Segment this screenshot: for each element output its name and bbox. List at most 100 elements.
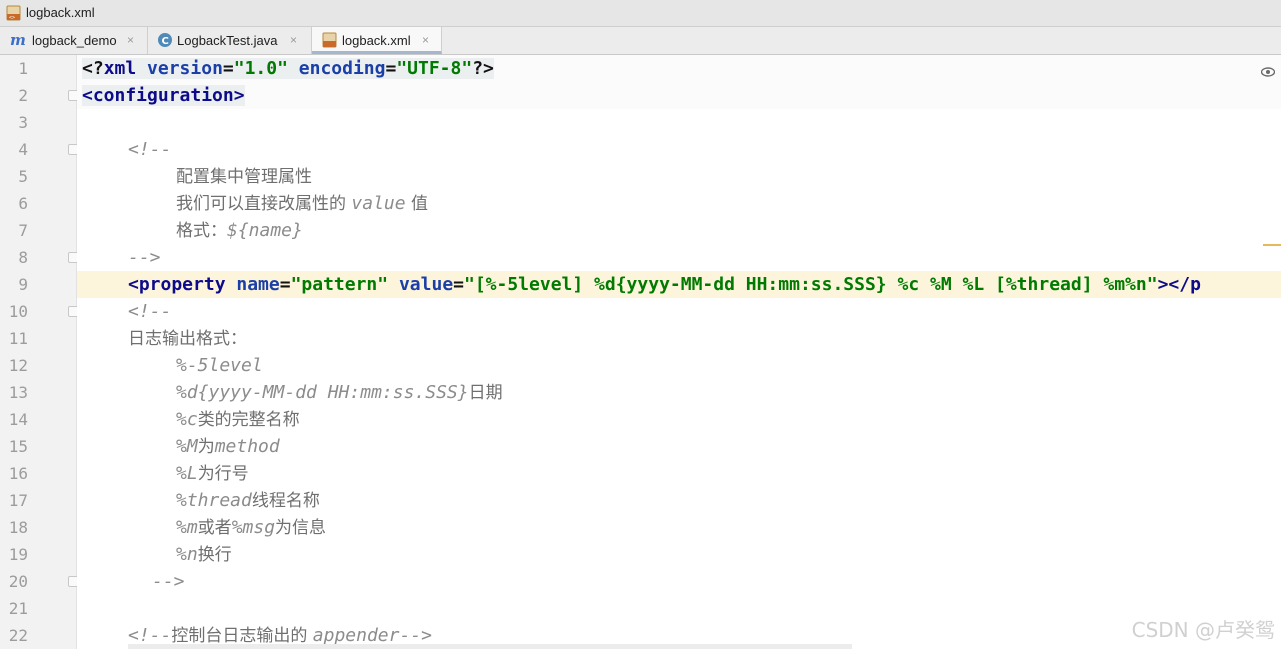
comment-text: 日志输出格式： [128, 329, 247, 349]
eye-icon[interactable] [1260, 62, 1276, 81]
line-number: 9 [18, 275, 28, 294]
code-line[interactable]: --> [77, 244, 1281, 271]
line-number: 18 [8, 518, 28, 537]
equals: = [453, 274, 464, 295]
attr-name: version [147, 58, 223, 79]
line-number: 15 [8, 437, 28, 456]
line-number: 16 [8, 464, 28, 483]
code-line[interactable]: --> [77, 568, 1281, 595]
xml-file-icon [322, 32, 338, 51]
title-bar: <> logback.xml [0, 0, 1281, 27]
xml-prolog-open: <? [82, 58, 104, 79]
comment-text: 或者 [197, 518, 232, 538]
code-line[interactable]: <?xml version="1.0" encoding="UTF-8"?> [77, 55, 1281, 82]
comment-text: 日期 [468, 383, 503, 403]
module-icon: m [10, 31, 26, 49]
comment-text: 为信息 [275, 518, 327, 538]
code-line[interactable]: %M为method [77, 433, 1281, 460]
code-line[interactable]: 我们可以直接改属性的 value 值 [77, 190, 1281, 217]
line-number: 22 [8, 626, 28, 645]
close-icon[interactable]: × [290, 33, 297, 47]
scroll-marker[interactable] [1263, 244, 1281, 246]
comment-open: <!-- [128, 301, 172, 322]
comment-close: --> [152, 571, 185, 592]
comment-text: 类的完整名称 [197, 410, 300, 430]
comment-text: %m [176, 517, 198, 538]
comment-open: <!-- [128, 139, 172, 160]
property-tag: <property [128, 274, 237, 295]
comment-text: %thread [176, 490, 252, 511]
comment-text: 为行号 [197, 464, 249, 484]
tab-logback-xml[interactable]: logback.xml × [312, 27, 442, 54]
code-line[interactable]: <!-- [77, 136, 1281, 163]
tab-logback-demo[interactable]: m logback_demo × [0, 27, 148, 54]
code-line[interactable]: %L为行号 [77, 460, 1281, 487]
svg-text:C: C [162, 36, 169, 47]
code-line[interactable]: %m或者%msg为信息 [77, 514, 1281, 541]
line-number: 5 [18, 167, 28, 186]
code-line[interactable]: 日志输出格式： [77, 325, 1281, 352]
code-line[interactable]: %thread线程名称 [77, 487, 1281, 514]
line-number: 2 [18, 86, 28, 105]
line-number: 3 [18, 113, 28, 132]
comment-text: %n [176, 544, 198, 565]
line-number: 7 [18, 221, 28, 240]
line-number: 20 [8, 572, 28, 591]
comment-open: <!-- [128, 625, 172, 646]
comment-text: %msg [231, 517, 276, 538]
code-line[interactable]: <!-- [77, 298, 1281, 325]
code-line[interactable]: 格式：${name} [77, 217, 1281, 244]
line-number: 17 [8, 491, 28, 510]
line-number-gutter[interactable]: 1 2 3 4 5 6 7 8 9 10 11 12 13 14 15 16 1… [0, 55, 79, 649]
code-line[interactable]: <configuration> [77, 82, 1281, 109]
comment-close: --> [128, 247, 161, 268]
line-number: 8 [18, 248, 28, 267]
line-number: 12 [8, 356, 28, 375]
line-number: 4 [18, 140, 28, 159]
comment-text: 换行 [197, 545, 232, 565]
attr-value: "pattern" [290, 274, 389, 295]
comment-text: 我们可以直接改属性的 [176, 194, 352, 214]
code-line[interactable]: %d{yyyy-MM-dd HH:mm:ss.SSS}日期 [77, 379, 1281, 406]
equals: = [222, 58, 234, 79]
close-icon[interactable]: × [422, 33, 429, 47]
line-number: 21 [8, 599, 28, 618]
watermark: CSDN @卢癸鸳 [1131, 618, 1275, 642]
line-number: 19 [8, 545, 28, 564]
tab-label: logback_demo [32, 33, 117, 48]
code-line[interactable]: %n换行 [77, 541, 1281, 568]
attr-name: value [398, 274, 454, 295]
line-number: 11 [8, 329, 28, 348]
xml-keyword: xml [103, 58, 148, 79]
comment-text: %c [176, 409, 198, 430]
line-number: 10 [8, 302, 28, 321]
attr-name: encoding [298, 58, 386, 79]
tab-label: LogbackTest.java [177, 33, 278, 48]
line-number: 1 [18, 59, 28, 78]
line-number: 6 [18, 194, 28, 213]
comment-text: method [214, 436, 280, 457]
comment-text: 线程名称 [251, 491, 320, 511]
xml-file-icon: <> [6, 5, 22, 25]
window-title: logback.xml [26, 5, 95, 20]
comment-text: %d{yyyy-MM-dd HH:mm:ss.SSS} [176, 382, 469, 403]
tab-logbacktest-java[interactable]: C LogbackTest.java × [148, 27, 312, 54]
comment-text: 为 [197, 437, 215, 457]
comment-text: appender--> [312, 625, 432, 646]
code-line-current[interactable]: <property name="pattern" value="[%-5leve… [77, 271, 1281, 298]
line-number: 14 [8, 410, 28, 429]
xml-prolog-close: ?> [472, 58, 494, 79]
comment-text: 格式： [176, 221, 227, 241]
comment-text: %-5level [176, 355, 263, 376]
close-icon[interactable]: × [127, 33, 134, 47]
code-line[interactable]: %c类的完整名称 [77, 406, 1281, 433]
attr-value: "1.0" [233, 58, 288, 79]
comment-text: 配置集中管理属性 [176, 167, 312, 187]
comment-text: 值 [405, 194, 428, 214]
code-line[interactable]: %-5level [77, 352, 1281, 379]
comment-text: ${name} [227, 220, 303, 241]
code-line[interactable]: 配置集中管理属性 [77, 163, 1281, 190]
tab-label: logback.xml [342, 33, 411, 48]
